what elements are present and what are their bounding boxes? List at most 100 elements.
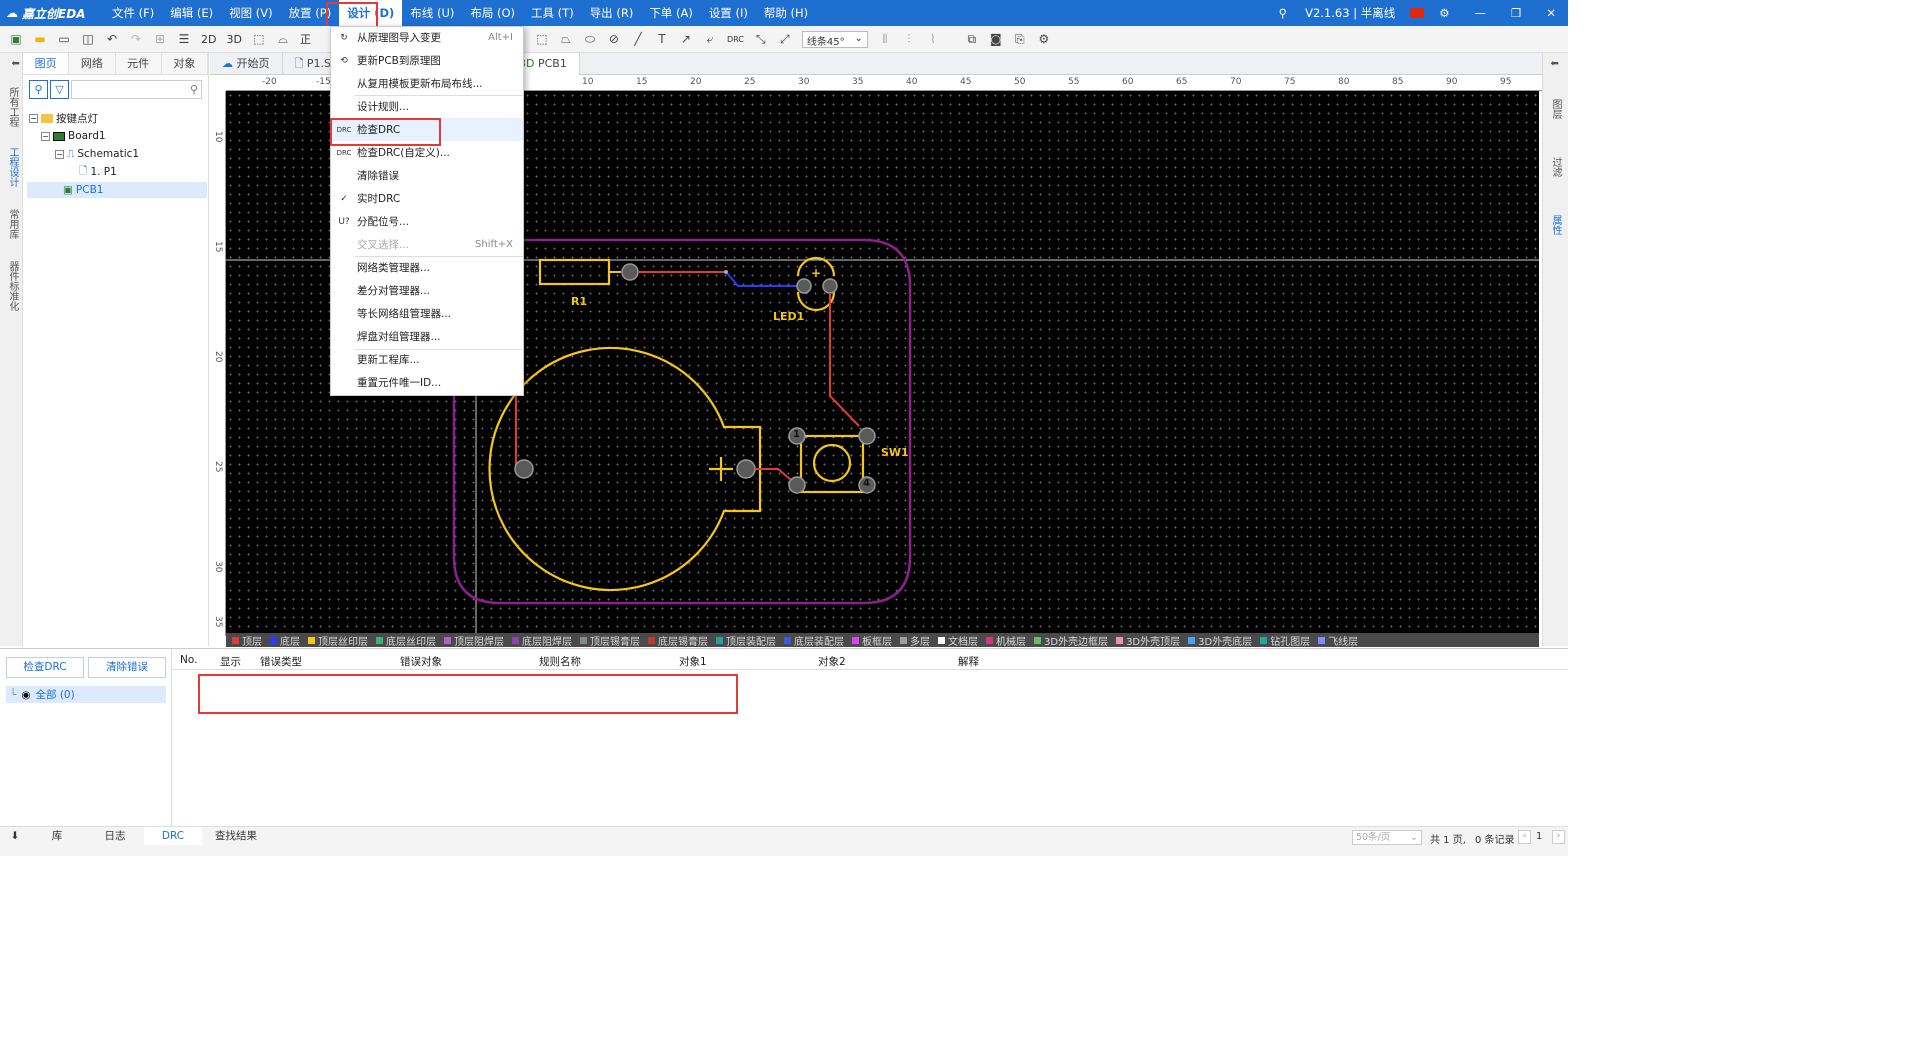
polygon-icon[interactable]: ⏢ [557,30,575,48]
return-icon[interactable]: ⤶ [701,30,719,48]
tree-page-p1[interactable]: 🗋 1. P1 [79,164,117,180]
list-icon[interactable]: ☰ [175,30,193,48]
strip-filter[interactable]: 过滤 [1548,157,1563,177]
column-header[interactable]: 解释 [958,654,979,669]
tab-pages[interactable]: 图页 [23,53,70,74]
measure-icon[interactable]: ⌓ [274,30,292,48]
status-tab-lib[interactable]: 库 [28,827,86,845]
layer-10[interactable]: 板框层 [852,633,892,648]
menu-help[interactable]: 帮助 (H) [756,0,816,26]
minimize-icon[interactable]: — [1475,6,1487,20]
select-region-icon[interactable]: ⬚ [250,30,268,48]
layer-1[interactable]: 底层 [270,633,300,648]
battery-pad-1[interactable] [514,459,534,479]
menu-edit[interactable]: 编辑 (E) [162,0,221,26]
close-icon[interactable]: ✕ [1546,6,1556,20]
layer-4[interactable]: 顶层阻焊层 [444,633,504,648]
column-header[interactable]: 对象1 [679,654,707,669]
layer-17[interactable]: 钻孔图层 [1260,633,1310,648]
column-header[interactable]: 显示 [220,654,241,669]
redo-icon[interactable]: ↷ [127,30,145,48]
layer-3[interactable]: 底层丝印层 [376,633,436,648]
line-icon[interactable]: ╱ [629,30,647,48]
route-icon[interactable]: ↗ [677,30,695,48]
menu-item-6[interactable]: 清除错误 [331,164,523,187]
layer-13[interactable]: 机械层 [986,633,1026,648]
layer-7[interactable]: 底层锡膏层 [648,633,708,648]
new-icon[interactable]: ▣ [7,30,25,48]
status-tab-drc[interactable]: DRC [144,827,202,845]
column-header[interactable]: 规则名称 [539,654,581,669]
copy-icon[interactable]: ⧉ [963,30,981,48]
r1-pad[interactable] [621,263,639,281]
menu-item-14[interactable]: 更新工程库... [331,348,523,371]
layer-2[interactable]: 顶层丝印层 [308,633,368,648]
layer-0[interactable]: 顶层 [232,633,262,648]
save-icon[interactable]: ▭ [55,30,73,48]
tree-project[interactable]: − 按键点灯 [29,110,98,126]
camera-icon[interactable]: ◙ [987,30,1005,48]
pin-icon[interactable]: ⤡ [752,30,770,48]
filter-icon[interactable]: ▽ [50,80,69,99]
layer-18[interactable]: 飞线层 [1318,633,1358,648]
flag-icon[interactable] [1410,8,1425,18]
menu-route[interactable]: 布线 (U) [402,0,462,26]
eye-icon[interactable]: ◉ [21,689,30,701]
check-drc-button[interactable]: 检查DRC [6,657,84,678]
led1-pad-1[interactable] [796,278,812,294]
column-header[interactable]: 错误对象 [400,654,442,669]
menu-item-12[interactable]: 等长网络组管理器... [331,302,523,325]
align-icon[interactable]: ⫴ [876,30,894,48]
layer-16[interactable]: 3D外壳底层 [1188,633,1252,648]
collapse-icon[interactable]: − [29,113,38,123]
search-icon[interactable]: ⚲ [1279,6,1287,20]
menu-item-8[interactable]: U? 分配位号... [331,210,523,233]
undo-icon[interactable]: ↶ [103,30,121,48]
clear-errors-button[interactable]: 清除错误 [88,657,166,678]
distribute-icon[interactable]: ⫶ [900,30,918,48]
menu-settings[interactable]: 设置 (I) [701,0,756,26]
menu-item-10[interactable]: 网络类管理器... [331,256,523,279]
tab-start-page[interactable]: ☁ 开始页 [210,53,283,75]
collapse-icon[interactable]: − [55,149,64,159]
menu-item-2[interactable]: 从复用模板更新布局布线... [331,72,523,95]
menu-order[interactable]: 下单 (A) [641,0,701,26]
battery-pad-2[interactable] [736,459,756,479]
column-header[interactable]: 错误类型 [260,654,302,669]
strip-properties[interactable]: 属性 [1548,215,1563,235]
open-folder-icon[interactable]: ▬ [31,30,49,48]
sw1-pad-3[interactable] [788,476,806,494]
tree-schematic[interactable]: − ⎍ Schematic1 [55,146,139,162]
panel-search-input[interactable]: ⚲ [71,80,202,99]
layer-8[interactable]: 顶层装配层 [716,633,776,648]
ellipse-icon[interactable]: ⬭ [581,30,599,48]
menu-item-13[interactable]: 焊盘对组管理器... [331,325,523,348]
layer-15[interactable]: 3D外壳顶层 [1116,633,1180,648]
menu-item-1[interactable]: ⟲ 更新PCB到原理图 [331,49,523,72]
tree-pcb[interactable]: ▣ PCB1 [27,182,207,198]
dashed-rect-icon[interactable]: ⬚ [533,30,551,48]
toolbar-gear-icon[interactable]: ⚙ [1035,30,1053,48]
panel-search-icon[interactable]: ⚲ [29,80,48,99]
led1-pad-2[interactable] [822,278,838,294]
tangent-icon[interactable]: ⤢ [776,30,794,48]
tab-objects[interactable]: 对象 [161,53,208,74]
column-header[interactable]: No. [180,654,197,666]
pin-panel-icon[interactable]: ⬇ [3,59,20,67]
status-tab-log[interactable]: 日志 [86,827,144,845]
layer-6[interactable]: 顶层锡膏层 [580,633,640,648]
status-tab-find[interactable]: 查找结果 [202,827,270,845]
menu-item-3[interactable]: 设计规则... [331,95,523,118]
line-style-select[interactable]: 线条45° ⌄ [801,30,868,48]
menu-item-0[interactable]: ↻ 从原理图导入变更 Alt+I [331,26,523,49]
gear-icon[interactable]: ⚙ [1439,6,1449,20]
per-page-select[interactable]: 50条/页 ⌄ [1352,830,1422,845]
column-header[interactable]: 对象2 [818,654,846,669]
tree-board[interactable]: − Board1 [41,128,106,144]
bom-icon[interactable]: ⎘ [1011,30,1029,48]
menu-export[interactable]: 导出 (R) [582,0,642,26]
save-all-icon[interactable]: ◫ [79,30,97,48]
menu-tools[interactable]: 工具 (T) [523,0,582,26]
pin-right-icon[interactable]: ⬇ [1548,59,1559,67]
menu-view[interactable]: 视图 (V) [221,0,281,26]
